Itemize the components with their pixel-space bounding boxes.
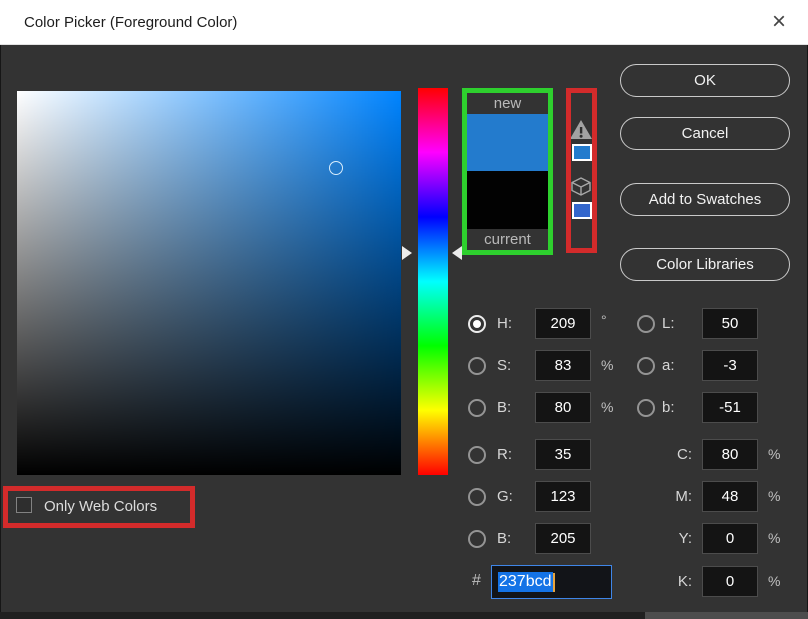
websafe-cube-icon[interactable] — [570, 177, 592, 196]
radio-b-rgb[interactable] — [468, 530, 486, 548]
bottom-edge-light — [645, 612, 808, 619]
unit-h: ° — [601, 312, 607, 328]
unit-y: % — [768, 530, 781, 546]
input-r[interactable] — [535, 439, 591, 470]
radio-r[interactable] — [468, 446, 486, 464]
input-l[interactable] — [702, 308, 758, 339]
close-icon[interactable]: × — [760, 4, 798, 40]
input-h[interactable] — [535, 308, 591, 339]
input-m[interactable] — [702, 481, 758, 512]
gamut-warning-icon[interactable] — [569, 119, 593, 140]
only-web-colors-checkbox[interactable] — [16, 497, 32, 513]
radio-s[interactable] — [468, 357, 486, 375]
websafe-color-swatch[interactable] — [572, 202, 592, 219]
label-h: H: — [497, 315, 512, 332]
hue-slider[interactable] — [418, 88, 448, 475]
input-b-rgb[interactable] — [535, 523, 591, 554]
hex-hash-label: # — [472, 572, 481, 589]
new-color-swatch — [467, 114, 548, 171]
radio-b-hsb[interactable] — [468, 399, 486, 417]
input-a[interactable] — [702, 350, 758, 381]
cancel-button[interactable]: Cancel — [620, 117, 790, 150]
unit-b-hsb: % — [601, 399, 614, 415]
color-picker-dialog: Color Picker (Foreground Color) × new cu… — [0, 0, 808, 619]
only-web-colors-label: Only Web Colors — [44, 498, 158, 515]
radio-h[interactable] — [468, 315, 486, 333]
radio-a[interactable] — [637, 357, 655, 375]
label-a: a: — [662, 357, 675, 374]
radio-g[interactable] — [468, 488, 486, 506]
current-color-swatch[interactable] — [467, 171, 548, 229]
label-y: Y: — [678, 530, 692, 547]
label-k: K: — [677, 573, 692, 590]
unit-m: % — [768, 488, 781, 504]
color-field-indicator[interactable] — [329, 161, 343, 175]
unit-s: % — [601, 357, 614, 373]
input-g[interactable] — [535, 481, 591, 512]
input-c[interactable] — [702, 439, 758, 470]
title-bar: Color Picker (Foreground Color) × — [0, 0, 808, 45]
label-m: M: — [675, 488, 692, 505]
color-libraries-button[interactable]: Color Libraries — [620, 248, 790, 281]
dialog-title: Color Picker (Foreground Color) — [24, 14, 238, 31]
input-y[interactable] — [702, 523, 758, 554]
label-b-lab: b: — [662, 399, 675, 416]
gamut-nearest-color-swatch[interactable] — [572, 144, 592, 161]
input-b-lab[interactable] — [702, 392, 758, 423]
input-k[interactable] — [702, 566, 758, 597]
label-r: R: — [497, 446, 512, 463]
bottom-edge-dark — [0, 612, 645, 619]
radio-l[interactable] — [637, 315, 655, 333]
label-s: S: — [497, 357, 512, 374]
new-color-label: new — [493, 95, 522, 112]
input-b-hsb[interactable] — [535, 392, 591, 423]
unit-k: % — [768, 573, 781, 589]
label-l: L: — [662, 315, 675, 332]
annotation-box-red-icons — [566, 88, 597, 253]
saturation-brightness-field[interactable] — [17, 91, 401, 475]
label-b-rgb: B: — [497, 530, 512, 547]
unit-c: % — [768, 446, 781, 462]
input-s[interactable] — [535, 350, 591, 381]
radio-b-lab[interactable] — [637, 399, 655, 417]
text-caret — [552, 572, 555, 592]
label-g: G: — [497, 488, 513, 505]
current-color-label: current — [484, 231, 531, 248]
add-to-swatches-button[interactable]: Add to Swatches — [620, 183, 790, 216]
label-b-hsb: B: — [497, 399, 512, 416]
hex-selected-text: 237bcd — [498, 572, 553, 592]
ok-button[interactable]: OK — [620, 64, 790, 97]
hue-slider-left-arrow-icon[interactable] — [402, 246, 412, 260]
label-c: C: — [677, 446, 692, 463]
hex-input[interactable]: 237bcd — [491, 565, 612, 599]
hue-slider-right-arrow-icon[interactable] — [452, 246, 462, 260]
